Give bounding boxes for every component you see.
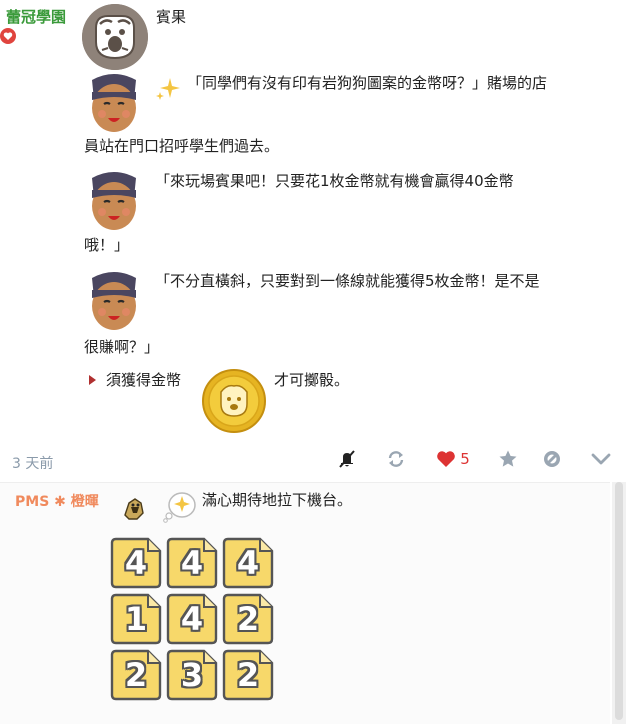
more-button[interactable]: [588, 446, 614, 472]
comment-user-name: 橙暉: [70, 494, 99, 510]
mute-icon: [339, 450, 355, 468]
die-number: 2: [236, 600, 260, 638]
post-line-2: 員站在門口招呼學生們過去。: [84, 137, 280, 155]
comment-user[interactable]: PMS ✱ 橙暉: [15, 491, 99, 511]
dealer-face-icon: [92, 172, 136, 230]
die-number: 4: [180, 544, 204, 582]
like-count: 5: [460, 450, 470, 468]
die-number: 1: [124, 600, 148, 638]
heart-badge-icon: [0, 28, 16, 44]
star-icon: [499, 450, 517, 467]
post-card: 蕾冠學園 賓果 「同學們有沒有印有岩狗狗圖案的金幣呀？」賭場的店 員站在門口招呼…: [0, 0, 626, 480]
comment-scrollbar[interactable]: [612, 482, 626, 724]
post-line-1: 「同學們有沒有印有岩狗狗圖案的金幣呀？」賭場的店: [187, 74, 548, 92]
post-line-3: 「來玩場賓果吧！只要花1枚金幣就有機會贏得40金幣: [155, 172, 514, 190]
post-line-4: 哦！」: [84, 236, 130, 254]
mute-button[interactable]: [336, 446, 358, 472]
block-button[interactable]: [540, 446, 564, 472]
bingo-die: 2: [222, 649, 274, 701]
rock-dog-avatar-icon: [82, 4, 148, 70]
repost-button[interactable]: [384, 446, 408, 472]
bingo-die: 2: [110, 649, 162, 701]
thought-bubble-icon: [163, 492, 196, 523]
bingo-dice-grid: 4 4 4 1 4 2 2 3 2: [110, 537, 280, 701]
post-author[interactable]: 蕾冠學園: [6, 6, 66, 27]
scrollbar-thumb[interactable]: [615, 482, 623, 720]
avatar[interactable]: [82, 4, 148, 70]
heart-icon: [437, 451, 456, 467]
bingo-die: 3: [166, 649, 218, 701]
bingo-die: 4: [166, 593, 218, 645]
pokemon-sprite-icon: [124, 498, 144, 520]
comment-text: 滿心期待地拉下機台。: [202, 491, 353, 509]
comment-user-star: ✱: [54, 494, 66, 510]
bingo-die: 4: [222, 537, 274, 589]
block-icon: [544, 451, 560, 467]
comment-card: PMS ✱ 橙暉 滿心期待地拉下機台。 4 4 4 1 4 2 2 3 2: [0, 482, 610, 724]
favorite-button[interactable]: [496, 446, 520, 472]
bingo-die: 4: [166, 537, 218, 589]
die-number: 4: [180, 600, 204, 638]
bingo-die: 1: [110, 593, 162, 645]
post-line-5: 「不分直橫斜，只要對到一條線就能獲得5枚金幣！是不是: [155, 272, 540, 290]
die-number: 2: [124, 656, 148, 694]
requirement-suffix: 才可擲骰。: [274, 371, 350, 389]
bingo-die: 2: [222, 593, 274, 645]
comment-user-prefix: PMS: [15, 494, 50, 510]
die-number: 3: [180, 656, 204, 694]
bullet-arrow-icon: [89, 375, 96, 385]
die-number: 4: [124, 544, 148, 582]
post-line-6: 很賺啊？」: [84, 338, 160, 356]
dealer-face-icon: [92, 272, 136, 330]
like-button[interactable]: 5: [433, 446, 473, 472]
requirement-prefix: 須獲得金幣: [106, 371, 182, 389]
repost-icon: [388, 451, 404, 467]
die-number: 4: [236, 544, 260, 582]
sparkle-icon: [156, 78, 180, 100]
post-title: 賓果: [156, 8, 187, 26]
bingo-die: 4: [110, 537, 162, 589]
chevron-down-icon: [591, 453, 611, 465]
gold-coin-icon: [202, 369, 266, 433]
die-number: 2: [236, 656, 260, 694]
post-timestamp[interactable]: 3 天前: [12, 453, 53, 473]
dealer-face-icon: [92, 74, 136, 132]
